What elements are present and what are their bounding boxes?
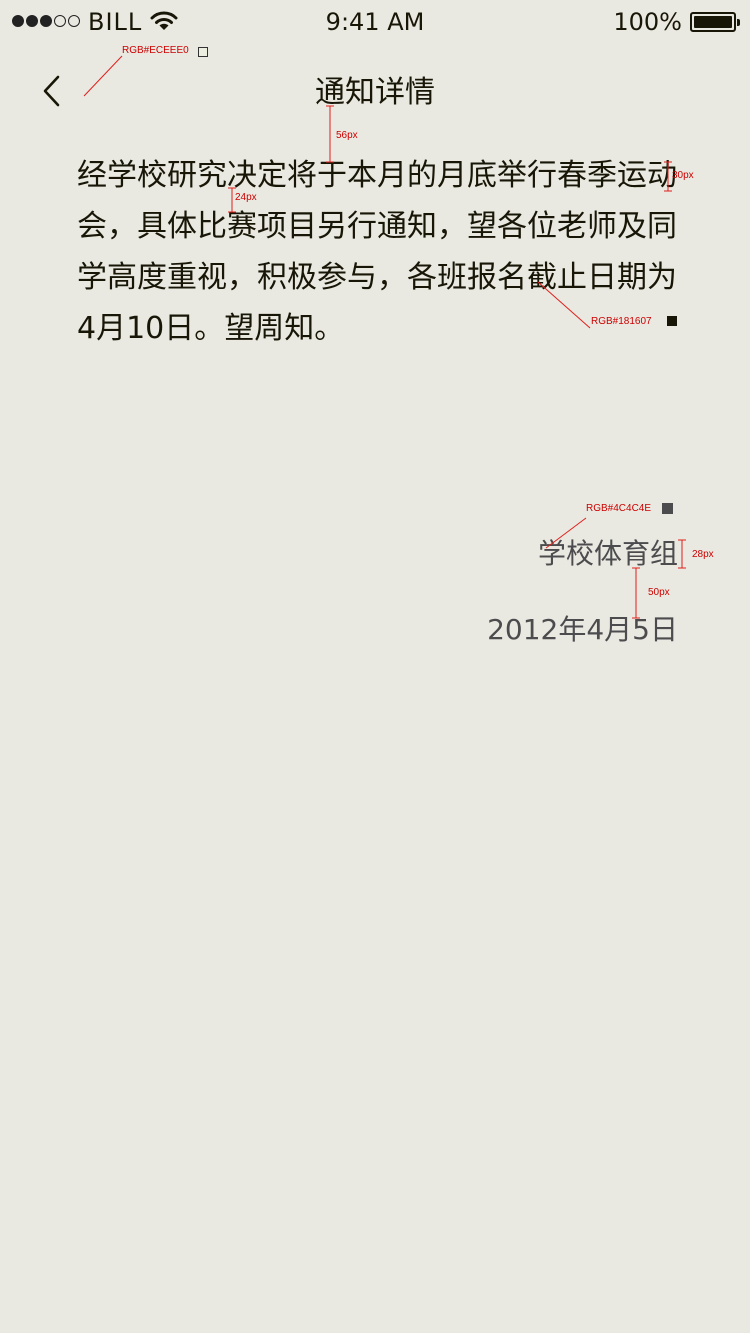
- battery-icon: [690, 12, 740, 32]
- annotation-title-gap: 56px: [336, 130, 358, 141]
- annotation-date-gap: 50px: [648, 587, 670, 598]
- annotation-body-size: 30px: [672, 170, 694, 181]
- notice-date: 2012年4月5日: [487, 613, 678, 646]
- annotation-line-gap: 24px: [235, 192, 257, 203]
- page-title: 通知详情: [315, 75, 435, 110]
- notice-signature: 学校体育组: [537, 537, 678, 570]
- annotation-body-color: RGB#181607: [591, 316, 652, 327]
- signature-color-swatch: [662, 503, 673, 514]
- annotation-bg-color: RGB#ECEEE0: [122, 45, 189, 56]
- battery-tip: [737, 19, 740, 26]
- body-color-swatch: [667, 316, 677, 326]
- annotation-signature-color: RGB#4C4C4E: [586, 503, 652, 514]
- battery-fill: [694, 16, 732, 28]
- notice-body: 经学校研究决定将于本月的月底举行春季运动会，具体比赛项目另行通知，望各位老师及同…: [77, 158, 677, 346]
- status-bar: BILL 9:41 AM 100%: [0, 0, 750, 44]
- annotation-signature-size: 28px: [692, 549, 714, 560]
- battery-percentage: 100%: [613, 8, 682, 36]
- bg-color-swatch: [198, 47, 208, 57]
